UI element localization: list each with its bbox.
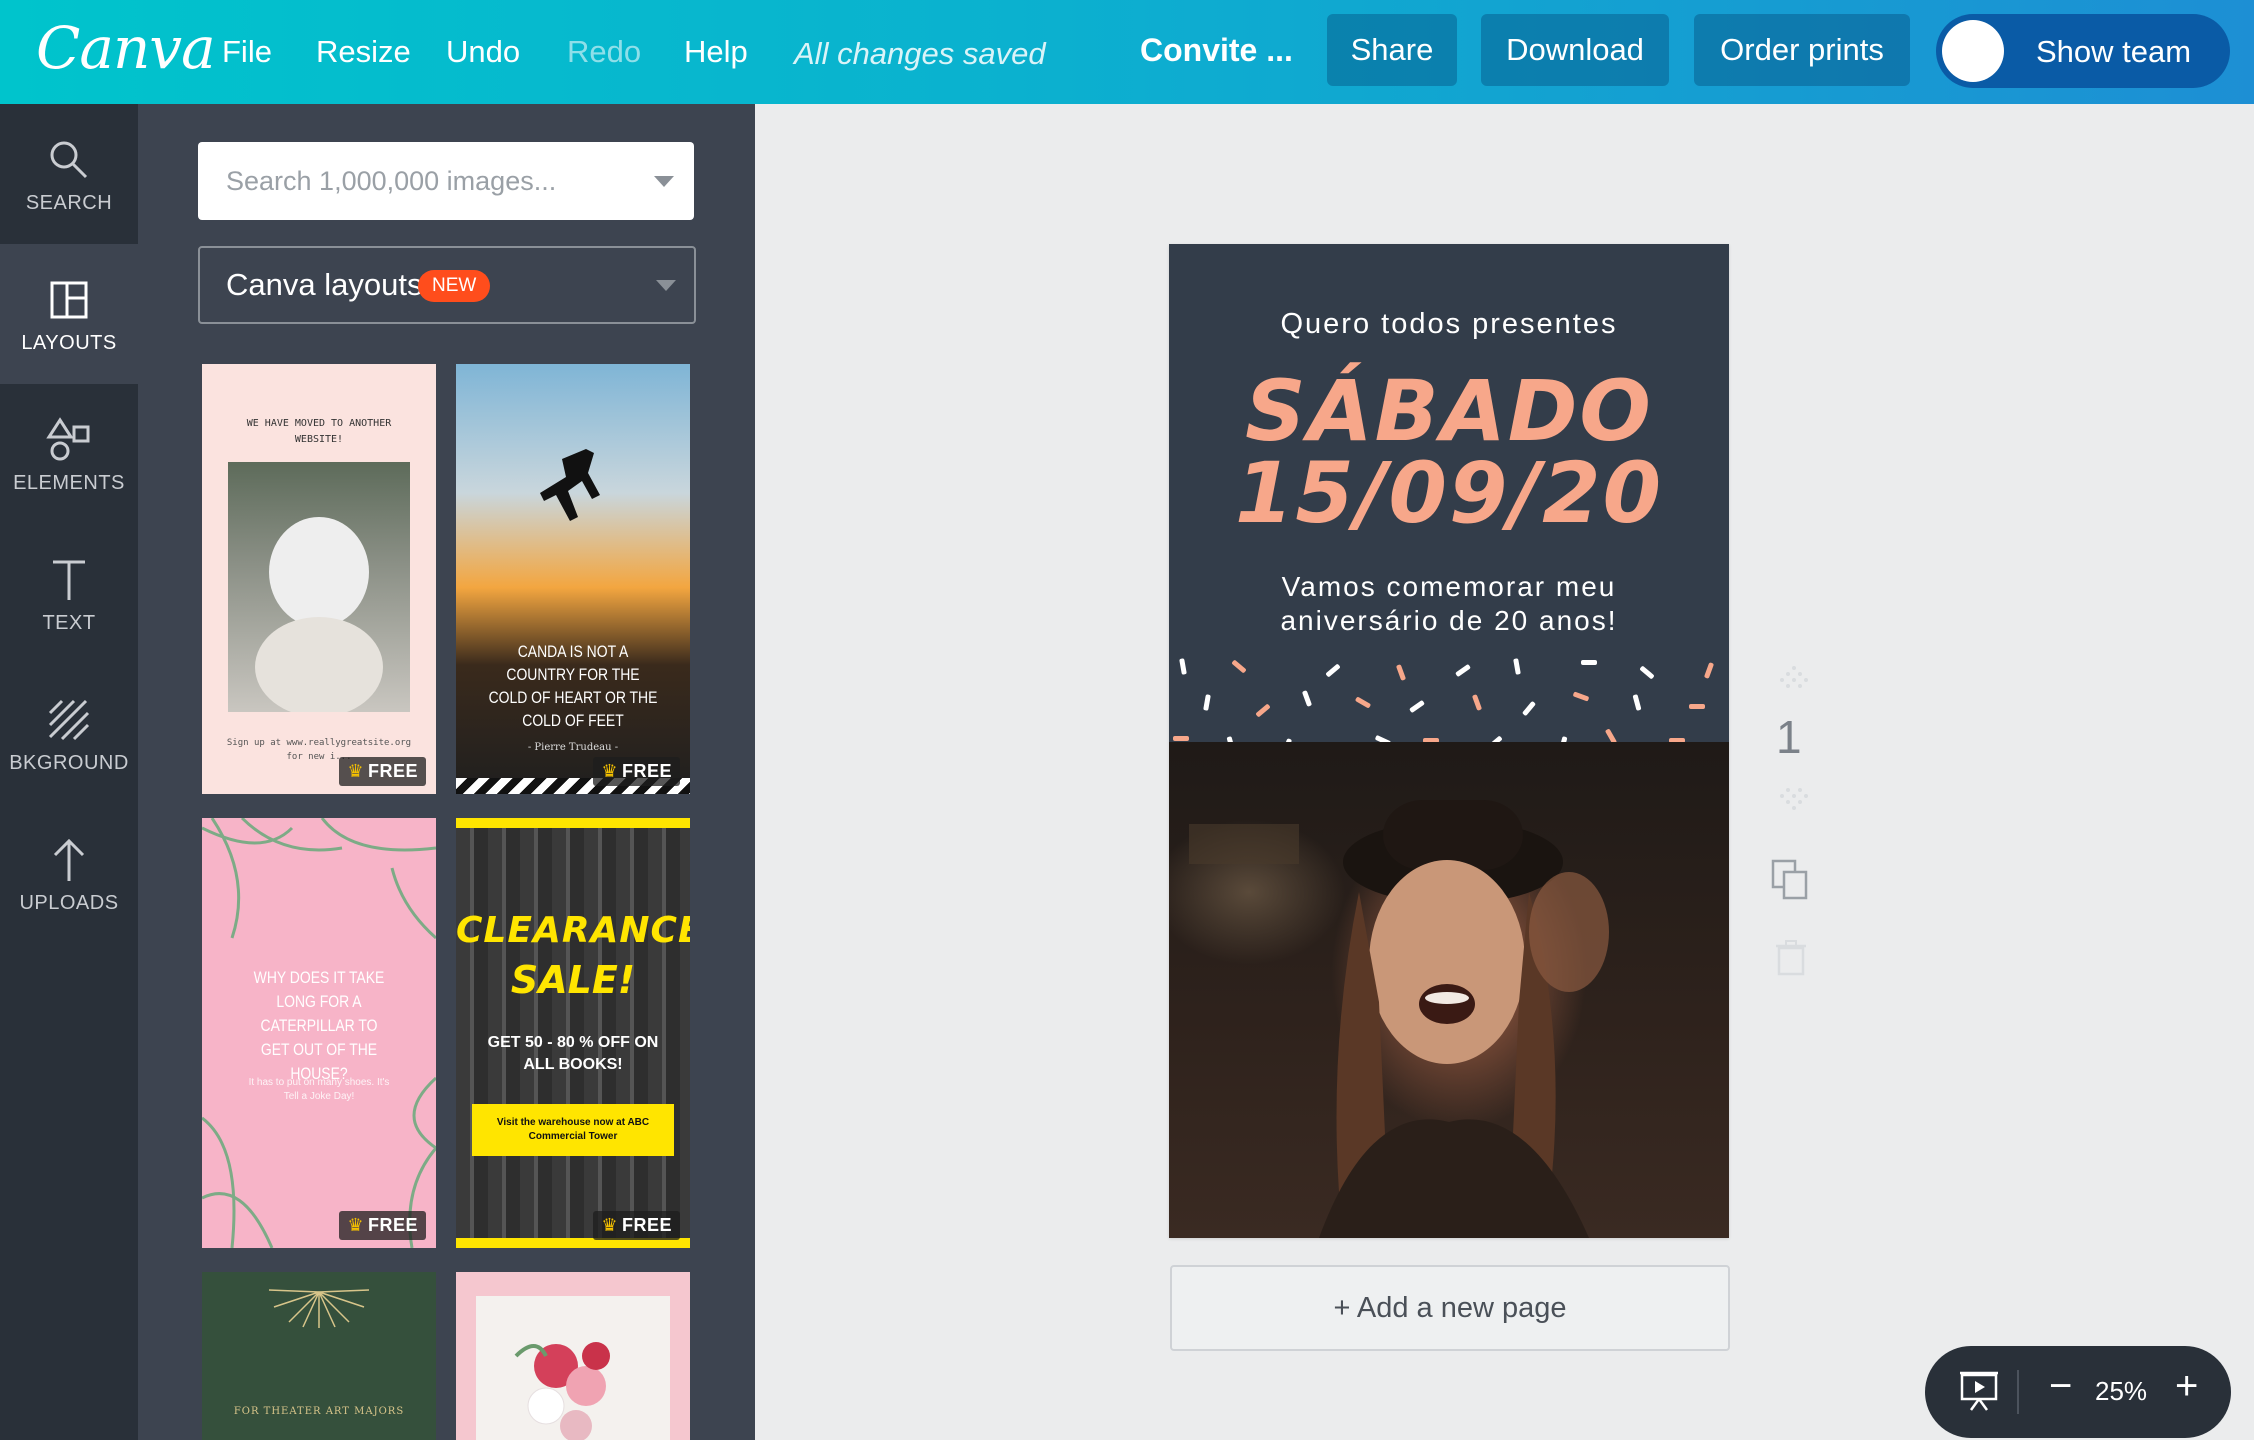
layout-thumb-moved[interactable]: WE HAVE MOVED TO ANOTHER WEBSITE! Sign u… (202, 364, 436, 794)
thumb-caterpillar-sub: It has to put on many shoes. It's Tell a… (248, 1077, 390, 1102)
thumb-clearance-banner: Visit the warehouse now at ABC Commercia… (472, 1104, 674, 1156)
thumb-moved-title: WE HAVE MOVED TO ANOTHER WEBSITE! (246, 418, 392, 445)
free-badge: ♛ FREE (339, 757, 426, 786)
rail-label-uploads: UPLOADS (19, 891, 119, 914)
duplicate-page-icon[interactable] (1770, 858, 1810, 902)
search-icon (47, 134, 91, 186)
design-date[interactable]: 15/09/20 (1169, 444, 1729, 542)
share-button[interactable]: Share (1327, 14, 1457, 86)
crown-icon: ♛ (347, 1215, 364, 1235)
rail-label-background: BKGROUND (9, 751, 129, 774)
elements-icon (46, 414, 92, 466)
design-sub-line-2[interactable]: aniversário de 20 anos! (1169, 604, 1729, 638)
yellow-border-top (456, 818, 690, 828)
thumb-theater-caption: FOR THEATER ART MAJORS (233, 1406, 405, 1417)
upload-icon (49, 834, 89, 886)
rail-label-layouts: LAYOUTS (21, 331, 117, 354)
menu-undo[interactable]: Undo (446, 34, 520, 70)
design-photo[interactable] (1169, 742, 1729, 1238)
menu-file[interactable]: File (222, 34, 272, 70)
zoom-level[interactable]: 25% (2095, 1376, 2147, 1407)
menu-redo[interactable]: Redo (567, 34, 641, 70)
design-page[interactable]: Quero todos presentes SÁBADO 15/09/20 Va… (1169, 244, 1729, 1238)
background-icon (48, 694, 90, 746)
layout-thumb-flowers[interactable] (456, 1272, 690, 1440)
layouts-dropdown-label: Canva layouts (226, 267, 423, 302)
rail-item-text[interactable]: TEXT (0, 524, 138, 664)
rail-item-elements[interactable]: ELEMENTS (0, 384, 138, 524)
thumb-canada-author: - Pierre Trudeau - (527, 742, 619, 753)
free-badge: ♛ FREE (339, 1211, 426, 1240)
download-button[interactable]: Download (1481, 14, 1669, 86)
thumb-clearance-sale: SALE! (510, 958, 636, 1002)
free-label: FREE (367, 1215, 418, 1235)
rail-item-search[interactable]: SEARCH (0, 104, 138, 244)
rail-item-uploads[interactable]: UPLOADS (0, 804, 138, 944)
sidebar-rail: SEARCH LAYOUTS ELEMENTS TEXT BKGROUND UP… (0, 104, 138, 1440)
move-page-down-icon[interactable] (1776, 786, 1812, 812)
thumb-clearance-title: CLEARANCE (456, 910, 690, 951)
show-team-button[interactable]: Show team (1936, 14, 2230, 88)
layouts-panel: Search 1,000,000 images... Canva layouts… (138, 104, 755, 1440)
delete-page-icon[interactable] (1776, 940, 1806, 976)
design-sub-line-1[interactable]: Vamos comemorar meu (1169, 570, 1729, 604)
layouts-icon (49, 274, 89, 326)
document-title[interactable]: Convite ... (1140, 32, 1293, 69)
move-page-up-icon[interactable] (1776, 664, 1812, 690)
design-top-line[interactable]: Quero todos presentes (1169, 308, 1729, 341)
thumb-clearance-offer: GET 50 - 80 % OFF ON ALL BOOKS! (487, 1034, 659, 1073)
flowers-photo (476, 1296, 670, 1440)
menu-help[interactable]: Help (684, 34, 748, 70)
image-search-input[interactable]: Search 1,000,000 images... (198, 142, 694, 220)
show-team-label: Show team (2036, 34, 2192, 69)
crown-icon: ♛ (601, 761, 618, 781)
layout-thumb-canada[interactable]: CANDA IS NOT A COUNTRY FOR THE COLD OF H… (456, 364, 690, 794)
free-badge: ♛ FREE (593, 757, 680, 786)
thumb-caterpillar-title: WHY DOES IT TAKE LONG FOR A CATERPILLAR … (253, 968, 385, 1083)
new-badge: NEW (418, 270, 491, 302)
thumb-moved-photo (228, 462, 410, 717)
canva-logo[interactable]: Canva (36, 14, 216, 82)
chevron-down-icon[interactable] (654, 176, 674, 187)
crown-icon: ♛ (601, 1215, 618, 1235)
rail-item-layouts[interactable]: LAYOUTS (0, 244, 138, 384)
add-page-button[interactable]: + Add a new page (1170, 1265, 1730, 1351)
zoom-in-button[interactable]: + (2175, 1364, 2198, 1409)
rail-label-text: TEXT (42, 611, 96, 634)
free-label: FREE (621, 1215, 672, 1235)
rail-label-elements: ELEMENTS (13, 471, 125, 494)
rail-label-search: SEARCH (25, 191, 113, 214)
chevron-down-icon (656, 280, 676, 291)
rail-item-background[interactable]: BKGROUND (0, 664, 138, 804)
zoom-separator (2017, 1370, 2019, 1414)
top-bar: Canva File Resize Undo Redo Help All cha… (0, 0, 2254, 104)
sunburst-decoration (268, 1289, 370, 1328)
free-label: FREE (367, 761, 418, 781)
search-placeholder: Search 1,000,000 images... (226, 166, 557, 196)
free-label: FREE (621, 761, 672, 781)
present-icon[interactable] (1959, 1370, 1999, 1412)
layouts-dropdown[interactable]: Canva layouts NEW (198, 246, 696, 324)
crown-icon: ♛ (347, 761, 364, 781)
order-prints-button[interactable]: Order prints (1694, 14, 1910, 86)
page-number: 1 (1776, 711, 1802, 763)
save-status: All changes saved (794, 36, 1046, 71)
jumping-man-silhouette (540, 449, 600, 521)
thumb-canada-quote: CANDA IS NOT A COUNTRY FOR THE COLD OF H… (488, 642, 658, 730)
zoom-out-button[interactable]: − (2049, 1364, 2072, 1409)
layout-thumb-theater[interactable]: FOR THEATER ART MAJORS (202, 1272, 436, 1440)
menu-resize[interactable]: Resize (316, 34, 411, 70)
layout-thumb-clearance[interactable]: CLEARANCE SALE! GET 50 - 80 % OFF ON ALL… (456, 818, 690, 1248)
text-icon (49, 554, 89, 606)
team-toggle-knob (1942, 20, 2004, 82)
free-badge: ♛ FREE (593, 1211, 680, 1240)
layout-thumb-caterpillar[interactable]: WHY DOES IT TAKE LONG FOR A CATERPILLAR … (202, 818, 436, 1248)
zoom-controls: − 25% + (1925, 1346, 2231, 1438)
